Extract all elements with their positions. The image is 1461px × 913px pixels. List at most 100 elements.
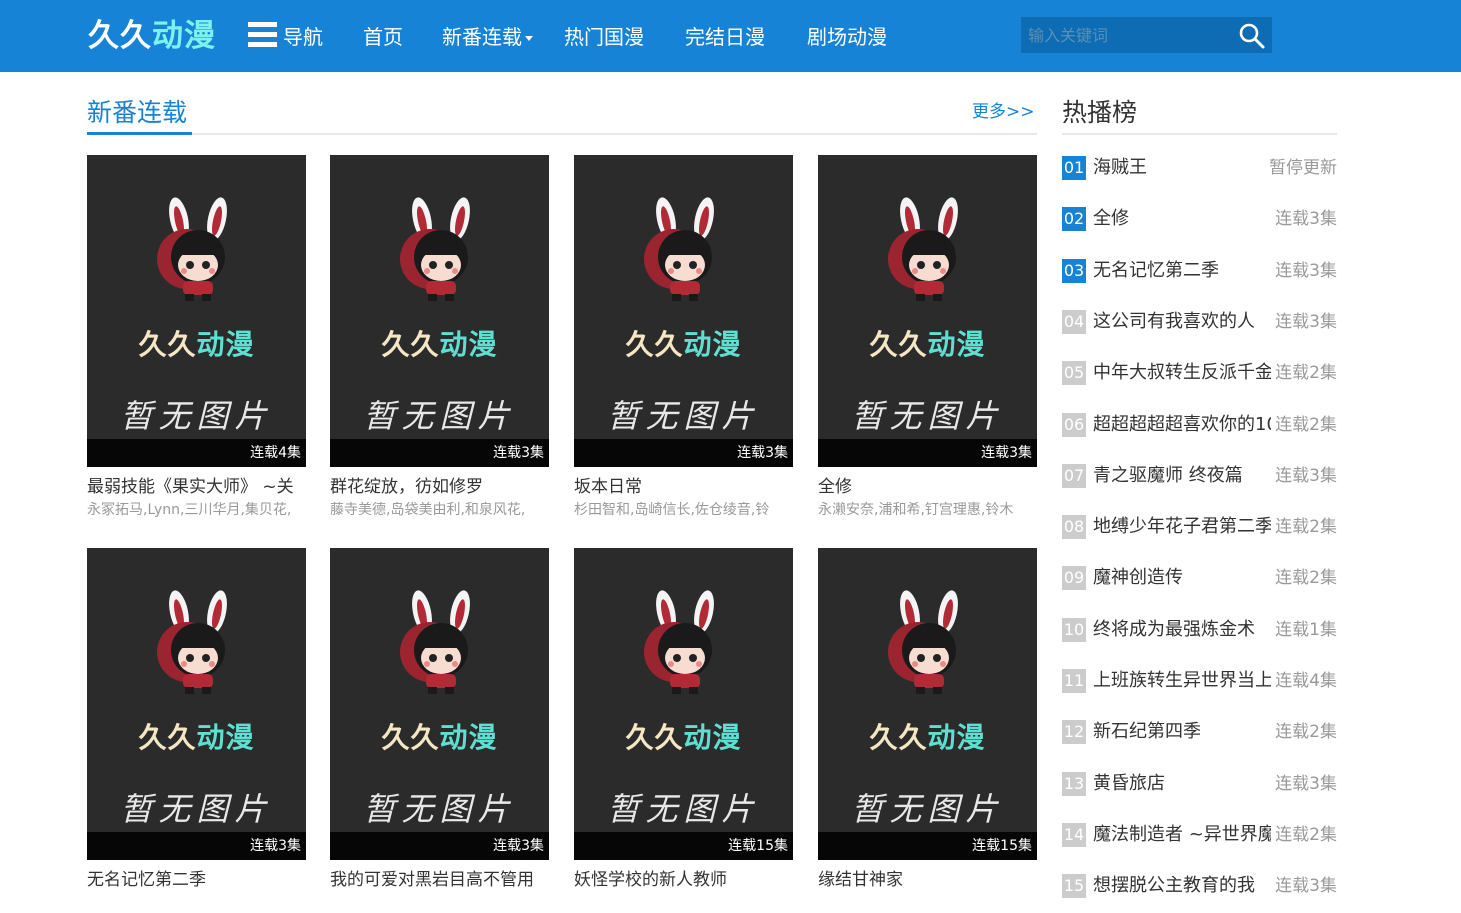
poster-brand-part1: 久久 [625, 328, 684, 361]
section-divider [87, 133, 1037, 135]
hot-item-title-link[interactable]: 无名记忆第二季 [1093, 258, 1271, 284]
anime-cast [87, 893, 306, 913]
anime-poster[interactable]: 久久动漫 暂无图片 连载3集 [330, 548, 549, 860]
hot-list-item[interactable]: 14 魔法制造者 ~异世界魔法连载2集 [1062, 821, 1337, 848]
poster-no-image-text: 暂无图片 [363, 397, 516, 435]
hot-item-status: 连载1集 [1275, 616, 1337, 643]
nav-link-home[interactable]: 首页 [363, 22, 403, 52]
hot-item-title-link[interactable]: 魔神创造传 [1093, 565, 1271, 591]
hot-item-status: 连载4集 [1275, 668, 1337, 694]
anime-card: 久久动漫 暂无图片 连载4集最弱技能《果实大师》 ~关永冢拓马,Lynn,三川华月,… [87, 155, 306, 520]
poster-brand: 久久动漫 [818, 323, 1037, 363]
mascot-icon [888, 197, 958, 301]
search-icon[interactable] [1238, 22, 1266, 50]
hot-item-title-link[interactable]: 终将成为最强炼金术 [1093, 617, 1271, 643]
hot-list-item[interactable]: 01 海贼王 暂停更新 [1062, 155, 1337, 181]
nav-link-new-series[interactable]: 新番连载 [442, 22, 533, 52]
anime-cast: 永冢拓马,Lynn,三川华月,集贝花, [87, 502, 292, 518]
hot-list-item[interactable]: 12 新石纪第四季 连载2集 [1062, 719, 1337, 746]
nav-link-finished-japanese[interactable]: 完结日漫 [685, 22, 765, 52]
search-input[interactable] [1021, 17, 1231, 53]
poster-brand: 久久动漫 [574, 716, 793, 756]
rank-number: 08 [1062, 515, 1086, 540]
hot-list-item[interactable]: 13 黄昏旅店 连载3集 [1062, 770, 1337, 797]
hot-item-title-link[interactable]: 上班族转生异世界当上 [1093, 668, 1271, 694]
hot-item-title-link[interactable]: 超超超超超喜欢你的100个女朋友 [1093, 412, 1271, 438]
hamburger-menu-icon[interactable] [248, 22, 277, 48]
hot-item-status: 暂停更新 [1269, 155, 1337, 181]
poster-brand: 久久动漫 [330, 716, 549, 756]
anime-poster[interactable]: 久久动漫 暂无图片 连载3集 [574, 155, 793, 467]
hot-item-status: 连载2集 [1275, 719, 1337, 746]
hot-list-item[interactable]: 11 上班族转生异世界当上 连载4集 [1062, 668, 1337, 694]
hot-item-title-link[interactable]: 中年大叔转生反派千金 [1093, 360, 1271, 386]
anime-poster[interactable]: 久久动漫 暂无图片 连载3集 [818, 155, 1037, 467]
hot-list-item[interactable]: 07 青之驱魔师 终夜篇 连载3集 [1062, 462, 1337, 489]
anime-cast: 杉田智和,岛崎信长,佐仓绫音,铃 [574, 502, 770, 518]
hot-list-item[interactable]: 05 中年大叔转生反派千金 连载2集 [1062, 360, 1337, 387]
hot-item-title-link[interactable]: 新石纪第四季 [1093, 719, 1271, 745]
hot-list-item[interactable]: 03 无名记忆第二季 连载3集 [1062, 257, 1337, 284]
poster-brand: 久久动漫 [818, 716, 1037, 756]
anime-title-link[interactable]: 最弱技能《果实大师》 ~关 [87, 475, 306, 499]
hot-list-item[interactable]: 15 想摆脱公主教育的我 连载3集 [1062, 873, 1337, 900]
rank-number: 09 [1062, 566, 1086, 591]
anime-poster[interactable]: 久久动漫 暂无图片 连载3集 [87, 548, 306, 860]
episode-badge: 连载3集 [574, 439, 793, 467]
hot-list-item[interactable]: 10 终将成为最强炼金术 连载1集 [1062, 616, 1337, 643]
rank-number: 12 [1062, 720, 1086, 745]
anime-title-link[interactable]: 群花绽放，彷如修罗 [330, 475, 549, 499]
poster-brand-part2: 动漫 [439, 328, 498, 361]
hot-item-title-link[interactable]: 地缚少年花子君第二季 [1093, 514, 1271, 540]
anime-title-link[interactable]: 我的可爱对黑岩目高不管用 [330, 868, 549, 892]
nav-link-theater[interactable]: 剧场动漫 [807, 22, 887, 52]
anime-title-link[interactable]: 缘结甘神家 [818, 868, 1037, 892]
rank-number: 14 [1062, 822, 1086, 847]
anime-poster[interactable]: 久久动漫 暂无图片 连载4集 [87, 155, 306, 467]
hot-item-title-link[interactable]: 这公司有我喜欢的人 [1093, 309, 1271, 335]
site-logo[interactable]: 久久动漫 [88, 14, 216, 58]
hot-item-status: 连载3集 [1275, 873, 1337, 900]
episode-badge: 连载15集 [818, 832, 1037, 860]
nav-link-hot-chinese[interactable]: 热门国漫 [564, 22, 644, 52]
rank-number: 10 [1062, 617, 1086, 642]
hot-item-title-link[interactable]: 想摆脱公主教育的我 [1093, 873, 1271, 899]
episode-badge: 连载15集 [574, 832, 793, 860]
hot-list-item[interactable]: 04 这公司有我喜欢的人 连载3集 [1062, 308, 1337, 335]
rank-number: 13 [1062, 771, 1086, 796]
section-title: 新番连载 [87, 98, 188, 127]
hot-item-title-link[interactable]: 青之驱魔师 终夜篇 [1093, 463, 1271, 489]
poster-no-image-text: 暂无图片 [120, 790, 273, 828]
poster-no-image-text: 暂无图片 [607, 790, 760, 828]
poster-brand-part1: 久久 [869, 328, 928, 361]
hot-item-title-link[interactable]: 全修 [1093, 206, 1271, 232]
hot-item-status: 连载3集 [1275, 770, 1337, 797]
poster-no-image-text: 暂无图片 [851, 397, 1004, 435]
mascot-icon [888, 590, 958, 694]
hot-list-item[interactable]: 08 地缚少年花子君第二季 连载2集 [1062, 514, 1337, 541]
anime-title-link[interactable]: 全修 [818, 475, 1037, 499]
hot-list-item[interactable]: 02 全修 连载3集 [1062, 206, 1337, 233]
more-link[interactable]: 更多>> [972, 100, 1035, 124]
hot-list-item[interactable]: 06 超超超超超喜欢你的100个女朋友连载2集 [1062, 411, 1337, 438]
episode-badge: 连载3集 [87, 832, 306, 860]
mascot-icon [400, 590, 470, 694]
poster-brand-part1: 久久 [869, 721, 928, 754]
anime-title-link[interactable]: 妖怪学校的新人教师 [574, 868, 793, 892]
anime-poster[interactable]: 久久动漫 暂无图片 连载3集 [330, 155, 549, 467]
hot-list-item[interactable]: 09 魔神创造传 连载2集 [1062, 565, 1337, 592]
anime-poster[interactable]: 久久动漫暂无图片连载15集 [574, 548, 793, 860]
hot-item-title-link[interactable]: 海贼王 [1093, 155, 1271, 181]
episode-badge: 连载4集 [87, 439, 306, 467]
hot-item-title-link[interactable]: 魔法制造者 ~异世界魔法 [1093, 822, 1271, 848]
anime-title-link[interactable]: 无名记忆第二季 [87, 868, 306, 892]
hot-item-title-link[interactable]: 黄昏旅店 [1093, 771, 1271, 797]
episode-badge: 连载3集 [330, 832, 549, 860]
hot-item-status: 连载3集 [1275, 257, 1337, 284]
hot-item-status: 连载3集 [1275, 462, 1337, 489]
anime-title-link[interactable]: 坂本日常 [574, 475, 793, 499]
nav-menu-toggle[interactable]: 导航 [283, 22, 323, 52]
anime-poster[interactable]: 久久动漫 暂无图片 连载15集 [818, 548, 1037, 860]
anime-cast: 永濑安奈,浦和希,钉宫理惠,铃木 [818, 502, 1014, 518]
search-box [1021, 17, 1272, 53]
